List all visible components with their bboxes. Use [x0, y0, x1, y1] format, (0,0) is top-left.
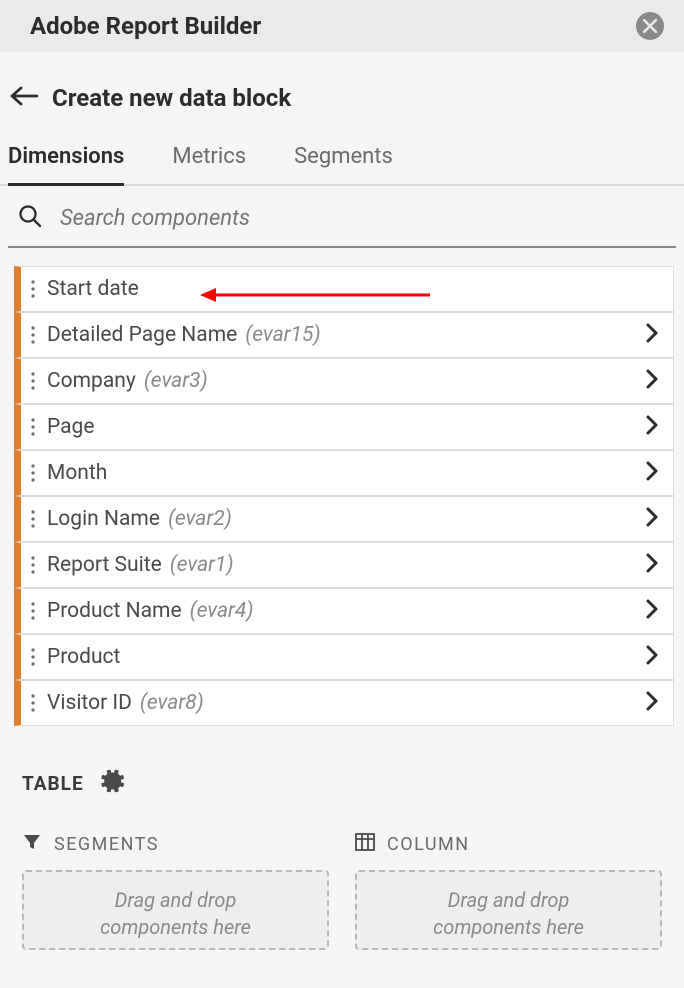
dimension-item[interactable]: Login Name (evar2) — [14, 496, 674, 542]
chevron-right-icon[interactable] — [645, 553, 659, 577]
dimension-label: Product Name — [47, 599, 182, 623]
drop-hint-text: Drag and dropcomponents here — [100, 887, 251, 941]
app-title: Adobe Report Builder — [30, 12, 261, 40]
dimension-code: (evar4) — [190, 599, 254, 623]
dimension-list: Start date Detailed Page Name (evar15) Comp… — [0, 248, 684, 726]
drag-handle-icon[interactable] — [21, 601, 47, 621]
dimension-item[interactable]: Page — [14, 404, 674, 450]
dimension-item[interactable]: Visitor ID (evar8) — [14, 680, 674, 726]
dimension-label: Month — [47, 461, 107, 485]
gear-icon — [100, 768, 126, 794]
chevron-right-icon[interactable] — [645, 691, 659, 715]
chevron-right-icon[interactable] — [645, 599, 659, 623]
dimension-label: Product — [47, 645, 120, 669]
table-title: TABLE — [22, 772, 84, 795]
tab-metrics[interactable]: Metrics — [172, 144, 246, 184]
tab-dimensions[interactable]: Dimensions — [8, 144, 124, 186]
search-icon — [18, 204, 42, 232]
table-settings-button[interactable] — [100, 768, 126, 798]
column-column: COLUMN Drag and dropcomponents here — [355, 832, 662, 950]
dimension-code: (evar2) — [168, 507, 232, 531]
back-arrow-icon — [10, 86, 38, 106]
chevron-right-icon[interactable] — [645, 323, 659, 347]
dimension-item[interactable]: Report Suite (evar1) — [14, 542, 674, 588]
segments-label: SEGMENTS — [54, 834, 159, 855]
dimension-code: (evar3) — [144, 369, 208, 393]
search-input[interactable] — [60, 206, 666, 231]
close-button[interactable] — [636, 12, 664, 40]
dimension-label: Detailed Page Name — [47, 323, 237, 347]
subheader: Create new data block — [0, 52, 684, 144]
tab-segments[interactable]: Segments — [294, 144, 393, 184]
dimension-item[interactable]: Company (evar3) — [14, 358, 674, 404]
drag-handle-icon[interactable] — [21, 647, 47, 667]
drag-handle-icon[interactable] — [21, 279, 47, 299]
search-row — [8, 186, 676, 248]
dimension-label: Company — [47, 369, 136, 393]
dimension-item[interactable]: Product Name (evar4) — [14, 588, 674, 634]
column-header: COLUMN — [355, 832, 662, 856]
filter-icon — [22, 832, 42, 856]
drag-handle-icon[interactable] — [21, 693, 47, 713]
column-drop-zone[interactable]: Drag and dropcomponents here — [355, 870, 662, 950]
drag-handle-icon[interactable] — [21, 509, 47, 529]
table-header: TABLE — [22, 768, 662, 798]
segments-column: SEGMENTS Drag and dropcomponents here — [22, 832, 329, 950]
dimension-label: Start date — [47, 277, 139, 301]
segments-header: SEGMENTS — [22, 832, 329, 856]
tabs: Dimensions Metrics Segments — [0, 144, 684, 186]
table-section: TABLE SEGMENTS Drag and dropcomponents h… — [0, 726, 684, 950]
table-icon — [355, 832, 375, 856]
chevron-right-icon[interactable] — [645, 369, 659, 393]
dimension-code: (evar1) — [170, 553, 234, 577]
dimension-code: (evar8) — [140, 691, 204, 715]
chevron-right-icon[interactable] — [645, 415, 659, 439]
drop-hint-text: Drag and dropcomponents here — [433, 887, 584, 941]
drag-handle-icon[interactable] — [21, 417, 47, 437]
drag-handle-icon[interactable] — [21, 325, 47, 345]
dimension-label: Report Suite — [47, 553, 162, 577]
page-title: Create new data block — [52, 84, 291, 112]
drag-handle-icon[interactable] — [21, 463, 47, 483]
chevron-right-icon[interactable] — [645, 645, 659, 669]
column-label: COLUMN — [387, 834, 470, 855]
back-button[interactable] — [10, 86, 38, 110]
dimension-label: Page — [47, 415, 95, 439]
chevron-right-icon[interactable] — [645, 507, 659, 531]
chevron-right-icon[interactable] — [645, 461, 659, 485]
dimension-code: (evar15) — [245, 323, 320, 347]
dimension-label: Visitor ID — [47, 691, 132, 715]
drag-handle-icon[interactable] — [21, 555, 47, 575]
dimension-item[interactable]: Product — [14, 634, 674, 680]
drop-zones: SEGMENTS Drag and dropcomponents here CO… — [22, 832, 662, 950]
dimension-item[interactable]: Detailed Page Name (evar15) — [14, 312, 674, 358]
app-header: Adobe Report Builder — [0, 0, 684, 52]
drag-handle-icon[interactable] — [21, 371, 47, 391]
close-icon — [643, 19, 657, 33]
dimension-item[interactable]: Month — [14, 450, 674, 496]
segments-drop-zone[interactable]: Drag and dropcomponents here — [22, 870, 329, 950]
dimension-label: Login Name — [47, 507, 160, 531]
dimension-item[interactable]: Start date — [14, 266, 674, 312]
